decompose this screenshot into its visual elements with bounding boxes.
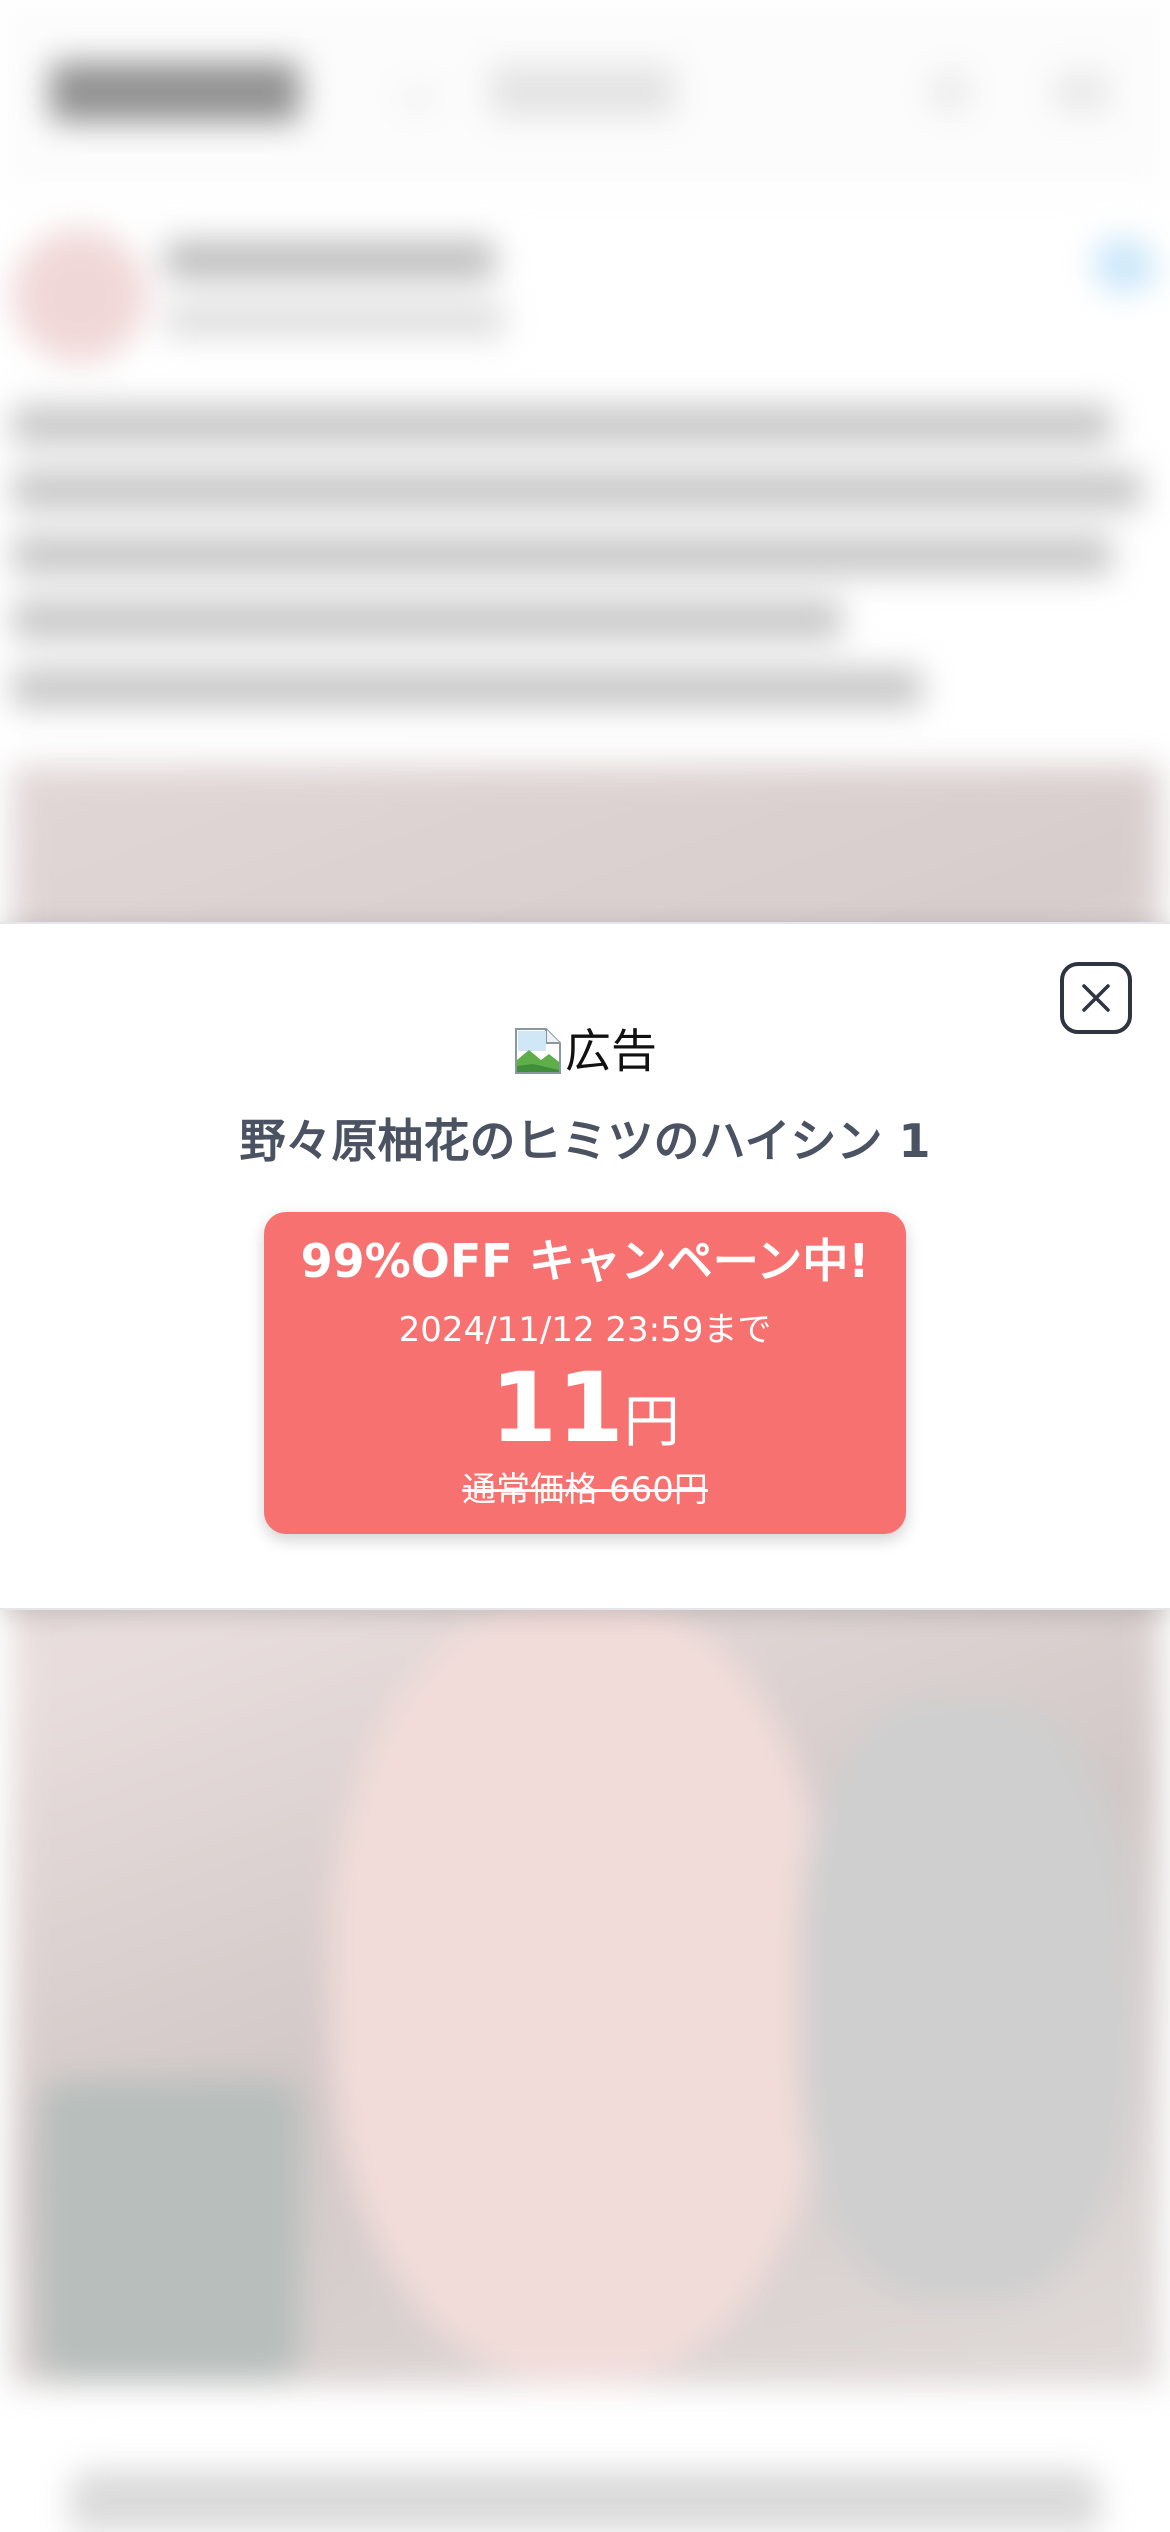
avatar (12, 228, 147, 363)
chevron-down-icon (399, 72, 437, 110)
author-handle (165, 302, 505, 338)
price-unit: 円 (623, 1390, 680, 1455)
post-text-line (12, 470, 1142, 510)
bird-icon (1095, 238, 1155, 293)
promo-deadline: 2024/11/12 23:59まで (398, 1310, 772, 1350)
post-image-detail (330, 1600, 830, 2380)
broken-image-icon (515, 1028, 561, 1074)
author-name (165, 240, 495, 280)
promo-card[interactable]: 99%OFF キャンペーン中! 2024/11/12 23:59まで 11 円 … (264, 1212, 906, 1534)
ad-modal: 広告 野々原柚花のヒミツのハイシン 1 99%OFF キャンペーン中! 2024… (0, 922, 1170, 1610)
header-search (490, 65, 675, 117)
post-text-line (12, 668, 922, 708)
ad-image[interactable]: 広告 (0, 1016, 1170, 1086)
sale-price: 11 (490, 1352, 624, 1464)
post-image-detail (40, 2080, 300, 2380)
promo-headline: 99%OFF キャンペーン中! (300, 1234, 870, 1288)
header-menu-icon (1055, 72, 1110, 112)
regular-price: 通常価格 660円 (462, 1470, 708, 1510)
promo-price: 11 円 (264, 1360, 906, 1456)
post-text-line (12, 535, 1112, 575)
header-icon (930, 72, 970, 112)
product-title[interactable]: 野々原柚花のヒミツのハイシン 1 (0, 1114, 1170, 1169)
post-text-line (12, 405, 1112, 445)
post-image-detail (800, 1700, 1130, 2300)
post-text-line (12, 600, 842, 640)
ad-alt-text: 広告 (565, 1024, 657, 1078)
site-logo (50, 62, 300, 122)
background-header (0, 0, 1170, 190)
next-post-image (70, 2470, 1100, 2532)
close-icon (1082, 984, 1110, 1012)
